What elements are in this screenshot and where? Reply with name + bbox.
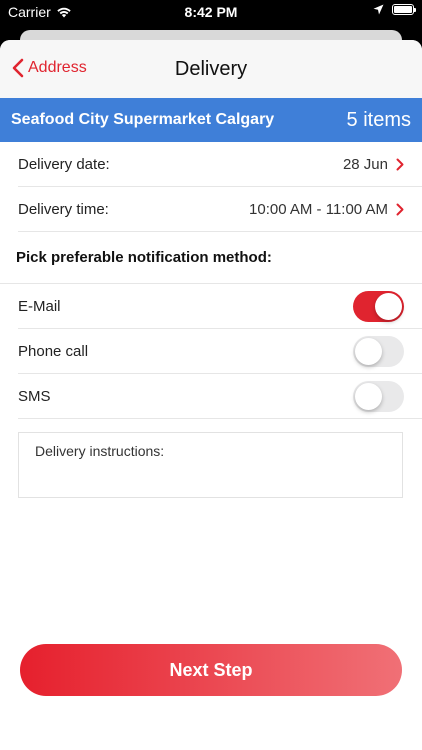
delivery-instructions-field[interactable]: Delivery instructions: bbox=[18, 432, 403, 498]
phone-call-toggle[interactable] bbox=[353, 335, 404, 367]
next-step-button[interactable]: Next Step bbox=[20, 644, 402, 696]
chevron-right-icon bbox=[396, 203, 404, 215]
location-arrow-icon bbox=[373, 4, 384, 15]
notification-row-email: E-Mail bbox=[18, 284, 422, 329]
notification-label-phone: Phone call bbox=[18, 342, 89, 360]
status-bar: Carrier 8:42 PM bbox=[0, 0, 422, 24]
notification-label-email: E-Mail bbox=[18, 297, 61, 315]
delivery-date-row[interactable]: Delivery date: 28 Jun bbox=[18, 142, 422, 187]
notification-row-sms: SMS bbox=[18, 374, 422, 419]
notification-row-phone: Phone call bbox=[18, 329, 422, 374]
delivery-instructions-placeholder: Delivery instructions: bbox=[35, 443, 165, 459]
chevron-right-icon bbox=[396, 158, 404, 170]
battery-icon bbox=[392, 4, 416, 15]
delivery-date-value: 28 Jun bbox=[342, 155, 388, 173]
delivery-time-label: Delivery time: bbox=[18, 200, 109, 218]
item-count: 5 items bbox=[346, 108, 411, 131]
delivery-time-value: 10:00 AM - 11:00 AM bbox=[249, 200, 388, 218]
delivery-time-row[interactable]: Delivery time: 10:00 AM - 11:00 AM bbox=[18, 187, 422, 232]
sms-toggle[interactable] bbox=[353, 380, 404, 412]
store-banner: Seafood City Supermarket Calgary 5 items bbox=[0, 98, 422, 142]
store-name: Seafood City Supermarket Calgary bbox=[11, 111, 275, 128]
page-title: Delivery bbox=[174, 58, 248, 80]
delivery-date-label: Delivery date: bbox=[18, 155, 110, 173]
email-toggle[interactable] bbox=[353, 290, 404, 322]
navigation-bar: Address Delivery bbox=[0, 40, 422, 98]
notification-section-title: Pick preferable notification method: bbox=[0, 232, 422, 284]
clock: 8:42 PM bbox=[184, 4, 238, 20]
notification-label-sms: SMS bbox=[18, 387, 51, 405]
